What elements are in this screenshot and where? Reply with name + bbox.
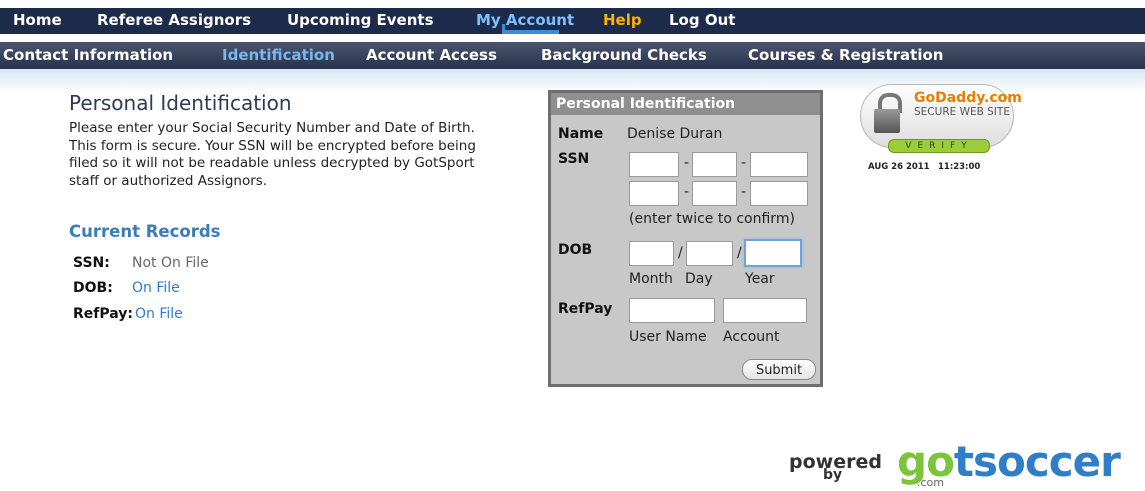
dob-month-caption: Month	[629, 271, 673, 287]
active-nav-indicator	[502, 24, 559, 34]
ssn-separator: -	[741, 155, 747, 171]
sub-nav: Contact Information Identification Accou…	[0, 42, 1145, 69]
record-link[interactable]: On File	[135, 306, 183, 322]
tab-courses-registration[interactable]: Courses & Registration	[748, 46, 943, 64]
record-value: Not On File	[132, 255, 209, 271]
ssn-label: SSN	[558, 151, 590, 167]
dob-separator: /	[678, 245, 683, 261]
dob-label: DOB	[558, 242, 593, 258]
refpay-username-caption: User Name	[629, 329, 707, 345]
intro-text: Please enter your Social Security Number…	[69, 120, 476, 189]
seal-time: 11:23:00	[938, 162, 981, 172]
current-records-heading: Current Records	[69, 222, 221, 241]
record-label: SSN:	[73, 255, 110, 271]
record-label: RefPay:	[73, 306, 133, 322]
record-dob: DOB: On File	[73, 280, 180, 296]
dob-month-input[interactable]	[629, 241, 674, 266]
ssn-separator: -	[684, 184, 690, 200]
padlock-icon	[874, 93, 902, 133]
refpay-account-caption: Account	[723, 329, 780, 345]
ssn-confirm-part3-input[interactable]	[750, 181, 808, 206]
refpay-account-input[interactable]	[723, 298, 807, 323]
dob-year-caption: Year	[745, 271, 775, 287]
secure-site-seal[interactable]: GoDaddy.com SECURE WEB SITE VERIFY AUG 2…	[850, 84, 1022, 174]
identification-form: Personal Identification Name Denise Dura…	[548, 90, 823, 387]
ssn-part1-input[interactable]	[629, 152, 679, 177]
seal-text: SECURE WEB SITE	[914, 106, 1010, 118]
top-nav: Home Referee Assignors Upcoming Events M…	[0, 8, 1145, 34]
submit-button[interactable]: Submit	[742, 359, 816, 380]
seal-timestamp: AUG 26 2011 11:23:00	[868, 162, 1008, 172]
powered-by-logo[interactable]: powered by gotsoccer .com	[789, 437, 1139, 489]
nav-my-account[interactable]: My Account	[476, 11, 574, 29]
ssn-part3-input[interactable]	[750, 152, 808, 177]
seal-brand: GoDaddy.com	[914, 90, 1022, 106]
name-value: Denise Duran	[627, 126, 723, 142]
logo-rest: tsoccer	[953, 437, 1121, 486]
nav-upcoming-events[interactable]: Upcoming Events	[287, 11, 434, 29]
nav-referee-assignors[interactable]: Referee Assignors	[97, 11, 251, 29]
refpay-username-input[interactable]	[629, 298, 715, 323]
tab-identification[interactable]: Identification	[222, 46, 335, 64]
nav-home[interactable]: Home	[13, 11, 62, 29]
verify-button[interactable]: VERIFY	[888, 139, 990, 153]
dob-separator: /	[737, 245, 742, 261]
refpay-label: RefPay	[558, 301, 613, 317]
form-header: Personal Identification	[551, 93, 820, 115]
ssn-confirm-part1-input[interactable]	[629, 181, 679, 206]
record-link[interactable]: On File	[132, 280, 180, 296]
by-text: by	[823, 467, 843, 483]
ssn-separator: -	[684, 155, 690, 171]
dob-day-caption: Day	[685, 271, 713, 287]
ssn-confirm-part2-input[interactable]	[692, 181, 737, 206]
nav-log-out[interactable]: Log Out	[669, 11, 735, 29]
page-title: Personal Identification	[69, 91, 292, 115]
record-label: DOB:	[73, 280, 113, 296]
nav-help[interactable]: Help	[603, 11, 642, 29]
seal-date: AUG 26 2011	[868, 162, 930, 172]
name-label: Name	[558, 126, 604, 142]
dob-day-input[interactable]	[686, 241, 733, 266]
tab-account-access[interactable]: Account Access	[366, 46, 497, 64]
record-ssn: SSN: Not On File	[73, 255, 209, 271]
ssn-part2-input[interactable]	[692, 152, 737, 177]
tab-contact-information[interactable]: Contact Information	[3, 46, 173, 64]
ssn-separator: -	[741, 184, 747, 200]
logo-com: .com	[917, 476, 944, 489]
record-refpay: RefPay: On File	[73, 306, 183, 322]
ssn-hint: (enter twice to confirm)	[629, 211, 795, 227]
tab-background-checks[interactable]: Background Checks	[541, 46, 707, 64]
dob-year-input[interactable]	[744, 239, 802, 267]
